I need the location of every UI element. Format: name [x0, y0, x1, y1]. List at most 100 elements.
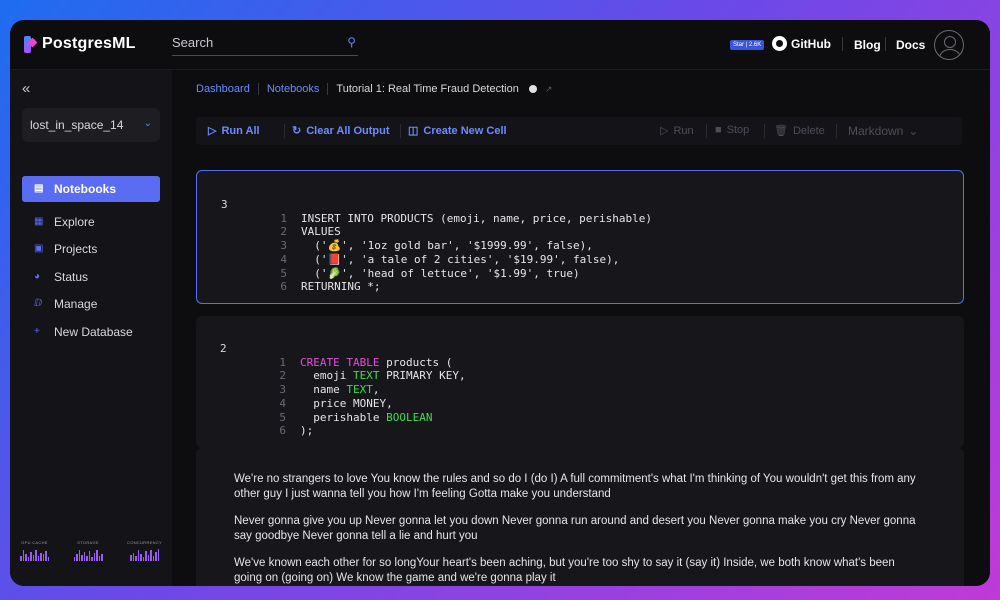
database-name: lost_in_space_14: [30, 118, 124, 132]
notebook-cell-create-table[interactable]: 2 1 CREATE TABLE products (2 emoji TEXT P…: [196, 316, 964, 448]
metric-sparkline: [73, 549, 103, 561]
markdown-paragraph: We're no strangers to love You know the …: [234, 473, 916, 500]
kernel-status-icon: [528, 85, 537, 93]
code-text: ('🥬', 'head of lettuce', '$1.99', true): [301, 266, 580, 280]
sidebar-item-projects[interactable]: ▣ Projects: [22, 236, 160, 262]
run-label: Run: [673, 124, 694, 137]
code-line: 1 INSERT INTO PRODUCTS (emoji, name, pric…: [280, 211, 652, 225]
metric-bar: [135, 556, 137, 561]
notebook-cell-insert[interactable]: 3 1 INSERT INTO PRODUCTS (emoji, name, pr…: [196, 170, 964, 304]
refresh-icon: ↻: [292, 125, 302, 137]
toolbar-divider: [284, 124, 285, 138]
metric-bar: [20, 556, 22, 561]
metric-bar: [22, 550, 24, 561]
search-box[interactable]: ⚲: [172, 34, 358, 56]
metric-bar: [86, 556, 88, 561]
breadcrumb-notebooks[interactable]: Notebooks: [267, 83, 320, 95]
collapse-sidebar-icon[interactable]: «: [22, 80, 30, 97]
metric-bar: [83, 552, 86, 561]
metric-bar: [140, 554, 142, 561]
metric-bar: [137, 550, 140, 561]
brand-logo[interactable]: PostgresML: [24, 35, 136, 53]
toolbar-divider: [836, 124, 837, 138]
code-line: 2 emoji TEXT PRIMARY KEY,: [279, 369, 466, 383]
sidebar-item-status[interactable]: ◕ Status: [22, 264, 160, 290]
edit-title-icon[interactable]: ↗: [545, 84, 553, 95]
notebook-toolbar: ▷ Run All ↻ Clear All Output ◫ Create Ne…: [196, 117, 962, 145]
metric-bar: [37, 556, 39, 561]
sidebar-item-manage[interactable]: ⅅ Manage: [22, 291, 160, 317]
run-all-button[interactable]: ▷ Run All: [208, 124, 260, 138]
brand-name: PostgresML: [42, 35, 136, 52]
markdown-output: We're no strangers to love You know the …: [234, 472, 924, 586]
toolbar-divider: [764, 124, 765, 138]
metric-bar: [132, 553, 135, 561]
cell-type-select[interactable]: Markdown ⌄: [848, 124, 918, 138]
user-avatar[interactable]: [934, 30, 964, 60]
blog-link[interactable]: Blog: [854, 38, 881, 52]
sidebar-item-new-database[interactable]: + New Database: [22, 319, 160, 345]
metric-bar: [40, 553, 42, 561]
metric-bar: [152, 556, 155, 561]
metric-gpu-cache: GPU CACHE: [20, 540, 49, 561]
app-window: PostgresML ⚲ Star | 2.6K GitHub Blog Doc…: [10, 20, 990, 586]
clear-all-output-button[interactable]: ↻ Clear All Output: [292, 124, 390, 138]
run-cell-button[interactable]: ▷ Run: [660, 124, 694, 138]
delete-label: Delete: [792, 124, 825, 137]
sidebar-item-label: Notebooks: [54, 182, 117, 196]
code-text: INSERT INTO PRODUCTS (emoji, name, price…: [301, 211, 652, 225]
play-icon: ▷: [660, 125, 669, 137]
clear-all-label: Clear All Output: [306, 124, 390, 137]
breadcrumb-dashboard[interactable]: Dashboard: [196, 83, 250, 95]
add-cell-icon: ◫: [408, 125, 419, 137]
code-editor[interactable]: 1 INSERT INTO PRODUCTS (emoji, name, pric…: [271, 198, 652, 321]
stop-icon: ■: [715, 124, 722, 136]
github-link[interactable]: GitHub: [772, 36, 831, 51]
postgresml-logo-icon: [24, 35, 36, 53]
code-text: emoji TEXT PRIMARY KEY,: [300, 369, 466, 383]
docs-link[interactable]: Docs: [896, 38, 925, 52]
search-input[interactable]: [172, 35, 332, 50]
metric-bar: [150, 550, 152, 561]
table-icon: ▦: [34, 216, 44, 227]
chevron-down-icon: ⌄: [908, 124, 919, 138]
cell-type-value: Markdown: [848, 124, 904, 138]
code-line: 2 VALUES: [280, 225, 341, 239]
metric-bar: [93, 553, 96, 561]
code-line: 3 name TEXT,: [279, 383, 380, 397]
metric-bar: [27, 557, 29, 561]
breadcrumb-divider: [257, 83, 259, 95]
nav-divider: [842, 37, 843, 51]
metric-bar: [30, 552, 32, 561]
code-line: 1 CREATE TABLE products (: [279, 355, 453, 369]
github-label: GitHub: [791, 36, 831, 51]
code-text: price MONEY,: [300, 396, 393, 410]
metric-storage: STORAGE: [73, 540, 103, 561]
metric-sparkline: [20, 549, 49, 561]
markdown-paragraph: Never gonna give you up Never gonna let …: [234, 515, 916, 542]
notebook-main: Dashboard Notebooks Tutorial 1: Real Tim…: [172, 70, 990, 586]
sidebar: « lost_in_space_14 ⌄ ▤ Notebooks ▦ Explo…: [10, 70, 172, 586]
markdown-paragraph: We've known each other for so longYour h…: [234, 557, 895, 584]
delete-cell-button[interactable]: 🗑 Delete: [774, 124, 825, 138]
nav-divider: [885, 37, 886, 51]
create-new-cell-button[interactable]: ◫ Create New Cell: [408, 124, 507, 138]
chevron-down-icon: ⌄: [143, 118, 152, 129]
sidebar-item-explore[interactable]: ▦ Explore: [22, 209, 160, 235]
code-editor[interactable]: 1 CREATE TABLE products (2 emoji TEXT PRI…: [270, 342, 466, 465]
github-star-badge[interactable]: Star | 2.6K: [730, 40, 765, 50]
notebook-cell-markdown[interactable]: We're no strangers to love You know the …: [196, 448, 964, 586]
metric-bar: [157, 549, 160, 561]
code-text: perishable BOOLEAN: [300, 410, 433, 424]
search-icon[interactable]: ⚲: [347, 35, 356, 49]
stop-cell-button[interactable]: ■ Stop: [715, 124, 749, 136]
sidebar-item-notebooks[interactable]: ▤ Notebooks: [22, 176, 160, 202]
code-line: 5 perishable BOOLEAN: [279, 410, 433, 424]
project-icon: ▣: [34, 243, 44, 254]
run-all-label: Run All: [221, 124, 260, 137]
metric-bar: [88, 551, 91, 561]
play-icon: ▷: [208, 125, 217, 137]
code-text: VALUES: [301, 225, 341, 239]
cell-execution-count: 2: [220, 342, 227, 355]
database-selector[interactable]: lost_in_space_14 ⌄: [22, 108, 160, 142]
